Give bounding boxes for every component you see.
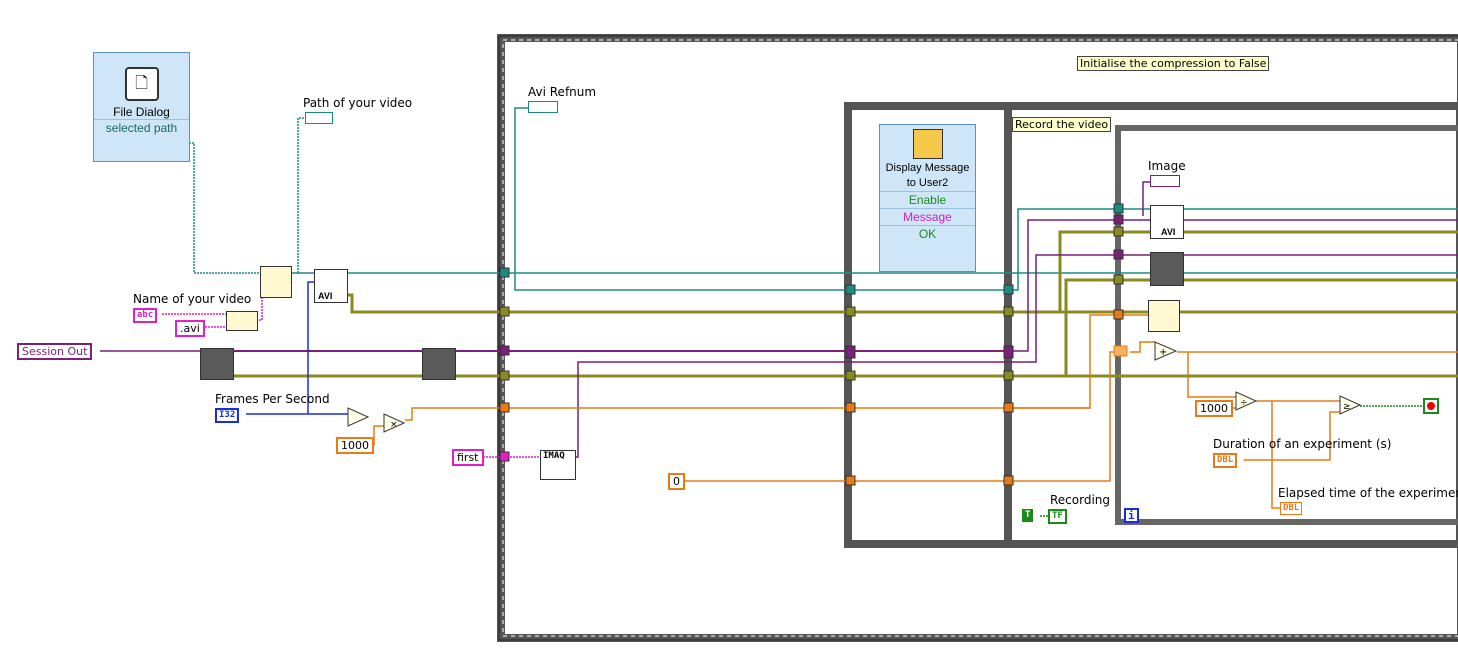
file-dialog-output[interactable]: selected path xyxy=(94,119,189,136)
display-message-node[interactable]: Display Message to User2 Enable Message … xyxy=(879,124,976,272)
wire-layer: × + ÷ ≥ xyxy=(100,34,1458,642)
name-of-video-label: Name of your video xyxy=(133,292,252,306)
svg-text:÷: ÷ xyxy=(1240,398,1248,408)
recording-indicator[interactable]: TF xyxy=(1048,509,1067,524)
image-indicator[interactable] xyxy=(1150,175,1180,187)
build-path-node[interactable] xyxy=(260,266,292,298)
svg-text:×: × xyxy=(390,420,398,430)
duration-label: Duration of an experiment (s) xyxy=(1213,437,1392,451)
loop-iteration-terminal: i xyxy=(1124,508,1139,523)
record-video-comment: Record the video xyxy=(1012,117,1112,132)
avi-write-node[interactable]: AVI xyxy=(1150,205,1184,239)
convert-node xyxy=(347,407,370,427)
message-icon xyxy=(912,129,943,159)
display-message-title: Display Message to User2 xyxy=(885,162,970,189)
avi-refnum-indicator[interactable] xyxy=(528,101,558,113)
avi-refnum-label: Avi Refnum xyxy=(528,85,597,99)
display-message-message[interactable]: Message xyxy=(880,208,975,225)
duration-control[interactable]: DBL xyxy=(1213,453,1238,468)
display-message-ok[interactable]: OK xyxy=(880,225,975,242)
svg-text:+: + xyxy=(1159,347,1167,358)
tick-count-node[interactable] xyxy=(1148,300,1180,332)
file-dialog-title: File Dialog xyxy=(113,105,170,119)
session-out-control[interactable]: Session Out xyxy=(17,343,93,360)
avi-create-node[interactable]: AVI xyxy=(314,269,348,303)
string-control[interactable]: abc xyxy=(133,308,158,323)
path-of-video-label: Path of your video xyxy=(303,96,413,110)
frames-per-second-label: Frames Per Second xyxy=(215,392,330,406)
elapsed-indicator[interactable]: DBL xyxy=(1280,502,1303,515)
image-label: Image xyxy=(1148,159,1186,173)
avi-create-label: AVI xyxy=(318,291,333,301)
first-constant[interactable]: first xyxy=(452,449,484,466)
i32-control[interactable]: I32 xyxy=(215,408,240,423)
display-message-enable[interactable]: Enable xyxy=(880,191,975,208)
file-dialog-icon: 🗋 xyxy=(124,67,159,101)
elapsed-label: Elapsed time of the experiment xyxy=(1278,486,1458,500)
constant-1000-a[interactable]: 1000 xyxy=(336,437,374,454)
constant-1000-b[interactable]: 1000 xyxy=(1195,400,1233,417)
camera-grab-node[interactable] xyxy=(1150,252,1184,286)
camera-open-node[interactable] xyxy=(200,348,234,380)
camera-configure-node[interactable] xyxy=(422,348,456,380)
concatenate-strings-node[interactable] xyxy=(226,311,258,331)
avi-extension-constant[interactable]: .avi xyxy=(175,320,205,337)
zero-constant[interactable]: 0 xyxy=(668,473,685,490)
path-indicator[interactable] xyxy=(305,112,333,124)
imaq-node[interactable]: IMAQ xyxy=(540,450,576,480)
avi-write-label: AVI xyxy=(1161,227,1176,237)
init-compression-comment: Initialise the compression to False xyxy=(1077,56,1270,71)
svg-text:≥: ≥ xyxy=(1343,402,1351,412)
file-dialog-node[interactable]: 🗋 File Dialog selected path xyxy=(93,52,190,162)
recording-label: Recording xyxy=(1050,493,1111,507)
true-constant[interactable]: T xyxy=(1022,509,1034,522)
